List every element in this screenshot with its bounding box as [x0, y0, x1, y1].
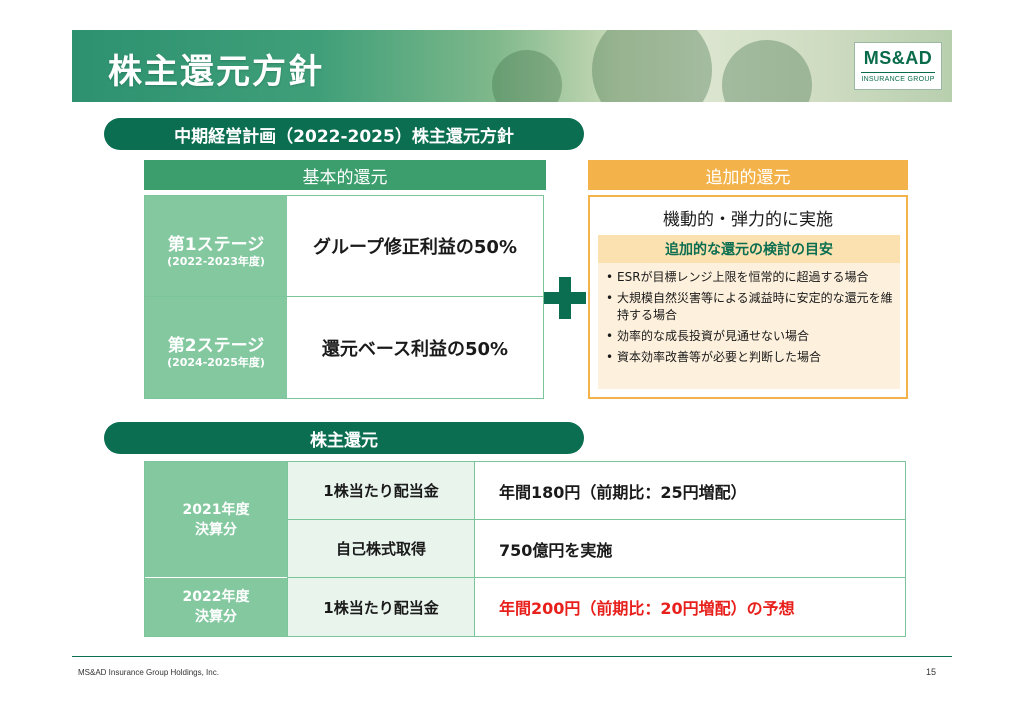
footer-divider — [72, 656, 952, 657]
stage-name: 第1ステージ — [167, 235, 265, 255]
stage-label: 第2ステージ (2024-2025年度) — [145, 297, 287, 398]
item-cell: 自己株式取得 — [287, 520, 475, 578]
stage-value: 還元ベース利益の50% — [321, 338, 509, 360]
stage-row: 第1ステージ (2022-2023年度) グループ修正利益の50% — [145, 196, 543, 297]
list-item: ESRが目標レンジ上限を恒常的に超過する場合 — [606, 269, 894, 286]
logo-divider — [861, 72, 935, 73]
stage-years: (2024-2025年度) — [167, 356, 265, 369]
footer-company: MS&AD Insurance Group Holdings, Inc. — [78, 668, 219, 677]
list-item: 大規模自然災害等による減益時に安定的な還元を維持する場合 — [606, 290, 894, 324]
stage-label: 第1ステージ (2022-2023年度) — [145, 196, 287, 296]
additional-return-box: 機動的・弾力的に実施 追加的な還元の検討の目安 ESRが目標レンジ上限を恒常的に… — [588, 195, 908, 399]
returns-section-title: 株主還元 — [104, 422, 584, 454]
additional-return-title: 機動的・弾力的に実施 — [663, 210, 833, 230]
returns-table: 2021年度 決算分 2022年度 決算分 1株当たり配当金 年間180円（前期… — [144, 461, 906, 637]
list-item: 資本効率改善等が必要と判断した場合 — [606, 349, 894, 366]
item-cell: 1株当たり配当金 — [287, 462, 475, 520]
company-logo: MS&AD INSURANCE GROUP — [854, 42, 942, 90]
list-item: 効率的な成長投資が見通せない場合 — [606, 328, 894, 345]
stage-row: 第2ステージ (2024-2025年度) 還元ベース利益の50% — [145, 297, 543, 398]
title-banner: 株主還元方針 MS&AD INSURANCE GROUP — [72, 30, 952, 102]
stage-years: (2022-2023年度) — [167, 255, 265, 268]
plus-icon — [544, 292, 586, 304]
guide-panel: 追加的な還元の検討の目安 ESRが目標レンジ上限を恒常的に超過する場合 大規模自… — [598, 235, 900, 389]
year-cell: 2021年度 決算分 — [145, 462, 287, 578]
stage-name: 第2ステージ — [167, 336, 265, 356]
additional-return-header: 追加的還元 — [588, 160, 908, 190]
basic-return-header: 基本的還元 — [144, 160, 546, 190]
logo-main-text: MS&AD — [863, 48, 933, 68]
year-cell: 2022年度 決算分 — [145, 578, 287, 636]
logo-sub-text: INSURANCE GROUP — [861, 76, 935, 83]
page-title: 株主還元方針 — [108, 52, 324, 92]
guide-title: 追加的な還元の検討の目安 — [598, 235, 900, 263]
value-cell-forecast: 年間200円（前期比：20円増配）の予想 — [499, 599, 795, 618]
stage-value: グループ修正利益の50% — [312, 237, 517, 258]
value-cell: 年間180円（前期比：25円増配） — [475, 462, 905, 520]
policy-section-title: 中期経営計画（2022-2025）株主還元方針 — [104, 118, 584, 150]
value-cell: 750億円を実施 — [475, 520, 905, 578]
item-cell: 1株当たり配当金 — [287, 578, 475, 636]
stage-table: 第1ステージ (2022-2023年度) グループ修正利益の50% 第2ステージ… — [144, 195, 544, 399]
guide-list: ESRが目標レンジ上限を恒常的に超過する場合 大規模自然災害等による減益時に安定… — [606, 269, 894, 370]
page-number: 15 — [926, 667, 937, 677]
